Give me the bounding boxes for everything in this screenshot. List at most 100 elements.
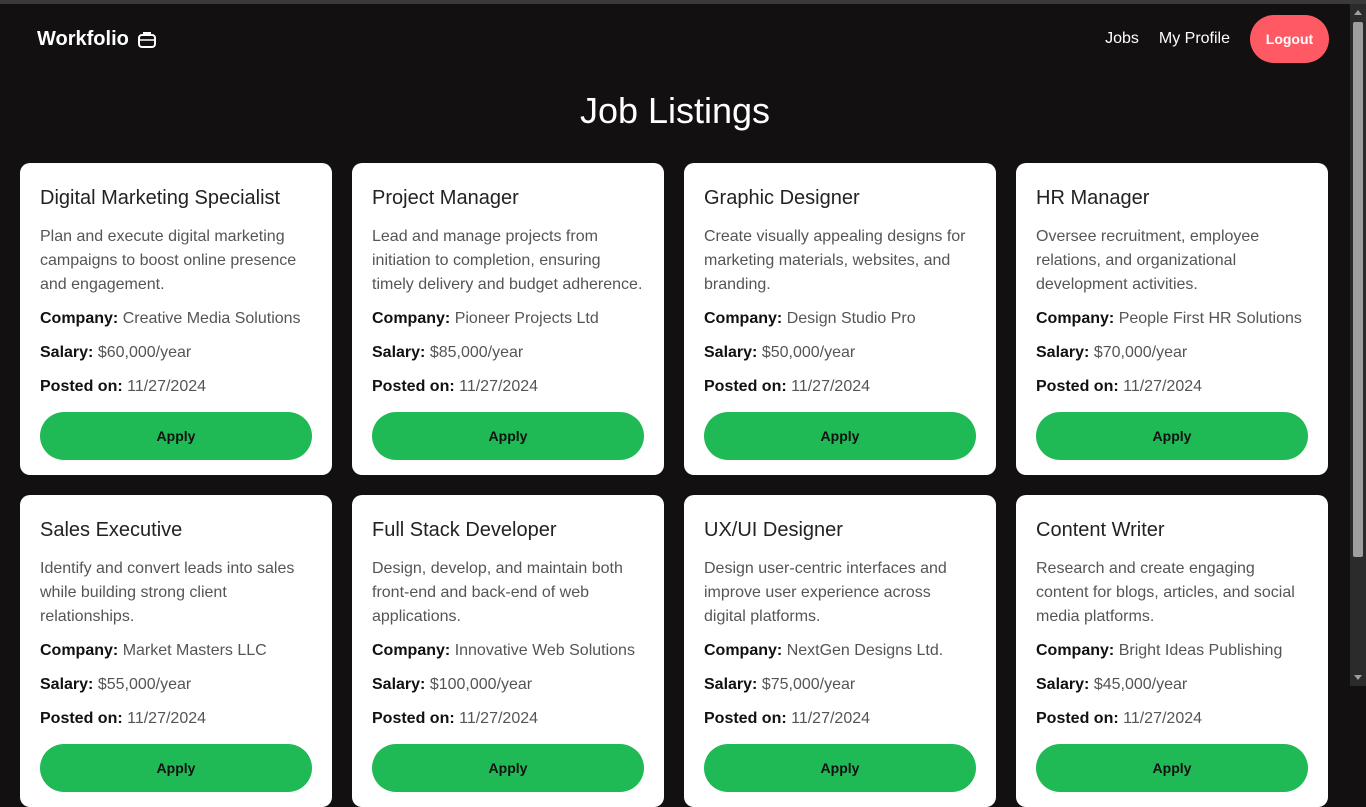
posted-value: 11/27/2024	[459, 710, 539, 727]
job-salary: Salary: $45,000/year	[1036, 673, 1308, 697]
salary-label: Salary:	[40, 344, 94, 361]
job-card: Graphic Designer Create visually appeali…	[684, 163, 996, 475]
job-card: Content Writer Research and create engag…	[1016, 495, 1328, 807]
nav-link-jobs[interactable]: Jobs	[1105, 30, 1139, 48]
posted-value: 11/27/2024	[791, 378, 871, 395]
apply-button[interactable]: Apply	[372, 412, 644, 460]
apply-button[interactable]: Apply	[704, 412, 976, 460]
job-grid: Digital Marketing Specialist Plan and ex…	[20, 163, 1328, 807]
brand-name: Workfolio	[37, 28, 129, 50]
job-title: Graphic Designer	[704, 187, 860, 209]
posted-label: Posted on:	[40, 710, 123, 727]
company-label: Company:	[40, 642, 119, 659]
company-value: NextGen Designs Ltd.	[786, 642, 944, 659]
salary-value: $55,000/year	[97, 676, 192, 693]
posted-value: 11/27/2024	[1123, 378, 1203, 395]
job-title: Full Stack Developer	[372, 519, 557, 541]
job-company: Company: Innovative Web Solutions	[372, 639, 644, 663]
job-description: Design user-centric interfaces and impro…	[704, 560, 947, 625]
job-card: Sales Executive Identify and convert lea…	[20, 495, 332, 807]
job-salary: Salary: $75,000/year	[704, 673, 976, 697]
salary-label: Salary:	[704, 676, 758, 693]
scroll-down-icon[interactable]	[1354, 675, 1362, 680]
posted-value: 11/27/2024	[127, 378, 207, 395]
posted-value: 11/27/2024	[127, 710, 207, 727]
job-description: Plan and execute digital marketing campa…	[40, 228, 297, 293]
apply-button[interactable]: Apply	[1036, 412, 1308, 460]
posted-label: Posted on:	[372, 378, 455, 395]
company-value: Market Masters LLC	[122, 642, 267, 659]
job-salary: Salary: $50,000/year	[704, 341, 976, 365]
job-posted: Posted on: 11/27/2024	[704, 707, 976, 731]
company-label: Company:	[372, 642, 451, 659]
posted-value: 11/27/2024	[1123, 710, 1203, 727]
job-company: Company: Creative Media Solutions	[40, 307, 312, 331]
job-company: Company: Design Studio Pro	[704, 307, 976, 331]
salary-value: $75,000/year	[761, 676, 856, 693]
salary-label: Salary:	[1036, 676, 1090, 693]
job-title: Sales Executive	[40, 519, 183, 541]
job-posted: Posted on: 11/27/2024	[372, 707, 644, 731]
job-salary: Salary: $85,000/year	[372, 341, 644, 365]
salary-label: Salary:	[704, 344, 758, 361]
salary-value: $85,000/year	[429, 344, 524, 361]
job-salary: Salary: $100,000/year	[372, 673, 644, 697]
job-company: Company: Pioneer Projects Ltd	[372, 307, 644, 331]
apply-button[interactable]: Apply	[1036, 744, 1308, 792]
posted-label: Posted on:	[372, 710, 455, 727]
job-title: HR Manager	[1036, 187, 1150, 209]
job-salary: Salary: $70,000/year	[1036, 341, 1308, 365]
job-salary: Salary: $55,000/year	[40, 673, 312, 697]
scroll-thumb[interactable]	[1353, 22, 1363, 557]
brand-logo[interactable]: Workfolio	[37, 28, 157, 51]
job-description: Lead and manage projects from initiation…	[372, 228, 643, 293]
company-value: Design Studio Pro	[786, 310, 916, 327]
job-posted: Posted on: 11/27/2024	[372, 375, 644, 399]
job-company: Company: NextGen Designs Ltd.	[704, 639, 976, 663]
salary-label: Salary:	[1036, 344, 1090, 361]
scroll-up-icon[interactable]	[1354, 10, 1362, 15]
company-value: People First HR Solutions	[1118, 310, 1302, 327]
job-card: Digital Marketing Specialist Plan and ex…	[20, 163, 332, 475]
briefcase-icon	[137, 30, 157, 50]
job-description: Identify and convert leads into sales wh…	[40, 560, 295, 625]
job-salary: Salary: $60,000/year	[40, 341, 312, 365]
job-card: UX/UI Designer Design user-centric inter…	[684, 495, 996, 807]
job-company: Company: People First HR Solutions	[1036, 307, 1308, 331]
job-title: Content Writer	[1036, 519, 1165, 541]
posted-label: Posted on:	[1036, 378, 1119, 395]
job-company: Company: Market Masters LLC	[40, 639, 312, 663]
salary-value: $45,000/year	[1093, 676, 1188, 693]
job-card: HR Manager Oversee recruitment, employee…	[1016, 163, 1328, 475]
salary-label: Salary:	[372, 344, 426, 361]
posted-value: 11/27/2024	[791, 710, 871, 727]
job-description: Design, develop, and maintain both front…	[372, 560, 623, 625]
job-posted: Posted on: 11/27/2024	[1036, 375, 1308, 399]
nav-links: Jobs My Profile Logout	[1105, 15, 1329, 63]
company-value: Bright Ideas Publishing	[1118, 642, 1283, 659]
company-label: Company:	[372, 310, 451, 327]
apply-button[interactable]: Apply	[372, 744, 644, 792]
company-label: Company:	[1036, 310, 1115, 327]
job-title: Digital Marketing Specialist	[40, 187, 281, 209]
salary-value: $100,000/year	[429, 676, 533, 693]
job-company: Company: Bright Ideas Publishing	[1036, 639, 1308, 663]
company-label: Company:	[704, 642, 783, 659]
job-description: Research and create engaging content for…	[1036, 560, 1295, 625]
apply-button[interactable]: Apply	[40, 412, 312, 460]
job-posted: Posted on: 11/27/2024	[704, 375, 976, 399]
apply-button[interactable]: Apply	[704, 744, 976, 792]
page-title: Job Listings	[579, 90, 771, 131]
job-title: Project Manager	[372, 187, 519, 209]
job-posted: Posted on: 11/27/2024	[40, 375, 312, 399]
apply-button[interactable]: Apply	[40, 744, 312, 792]
company-value: Pioneer Projects Ltd	[454, 310, 599, 327]
scrollbar[interactable]	[1350, 4, 1366, 686]
posted-label: Posted on:	[704, 378, 787, 395]
job-card: Project Manager Lead and manage projects…	[352, 163, 664, 475]
job-posted: Posted on: 11/27/2024	[40, 707, 312, 731]
job-description: Oversee recruitment, employee relations,…	[1036, 228, 1260, 293]
nav-link-my-profile[interactable]: My Profile	[1159, 30, 1230, 48]
logout-button[interactable]: Logout	[1250, 15, 1329, 63]
posted-label: Posted on:	[704, 710, 787, 727]
